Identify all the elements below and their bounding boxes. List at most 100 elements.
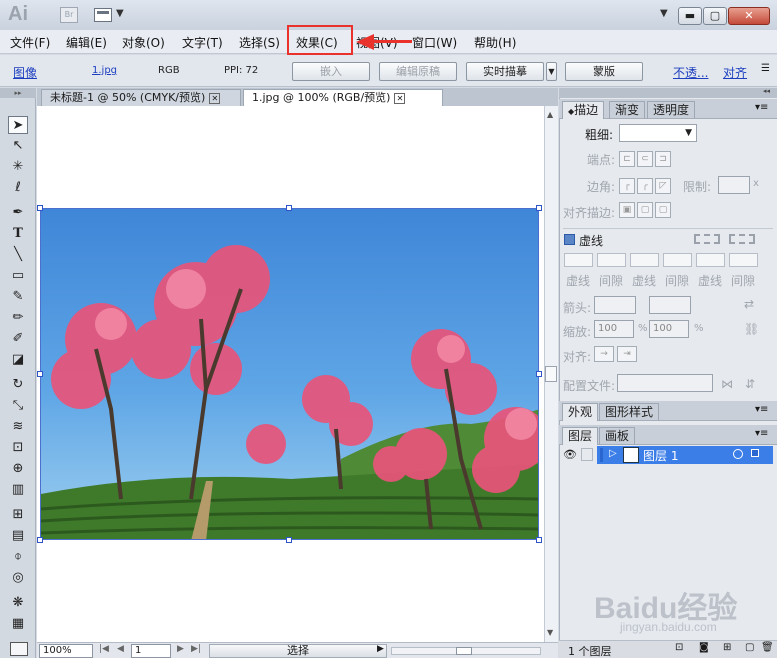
symbol-sprayer-tool-icon[interactable]: ❋ (8, 594, 28, 612)
dash-field-3[interactable] (696, 253, 725, 267)
free-transform-tool-icon[interactable]: ⊡ (8, 439, 28, 457)
limit-field[interactable] (718, 176, 750, 194)
flip-along-icon[interactable]: ⋈ (721, 377, 733, 391)
shape-builder-tool-icon[interactable]: ⊕ (8, 460, 28, 478)
menu-type[interactable]: 文字(T) (182, 34, 223, 51)
selection-handle[interactable] (286, 537, 292, 543)
expand-layer-icon[interactable]: ▷ (609, 448, 617, 459)
status-tool-display[interactable]: 选择 (209, 644, 387, 658)
flip-across-icon[interactable]: ⇵ (745, 377, 755, 391)
image-type-link[interactable]: 图像 (13, 64, 37, 81)
horizontal-scroll-thumb[interactable] (456, 647, 472, 655)
layer-target-icon[interactable] (733, 449, 743, 459)
toolbox-collapse-icon[interactable]: ▸▸ (0, 88, 36, 98)
start-scale-field[interactable]: 100 (594, 320, 634, 338)
panel-menu-icon[interactable]: ▾≡ (755, 102, 768, 113)
panel-menu-icon[interactable]: ▾≡ (755, 428, 768, 439)
arrow-place-icon[interactable]: ⇥ (617, 346, 637, 362)
tab-appearance[interactable]: 外观 (562, 403, 599, 421)
clipping-mask-icon[interactable]: ◙ (699, 642, 709, 653)
direct-selection-tool-icon[interactable]: ↖ (8, 137, 28, 155)
menu-window[interactable]: 窗口(W) (412, 34, 457, 51)
stroke-weight-select[interactable]: ▼ (619, 124, 697, 142)
magic-wand-tool-icon[interactable]: ✳ (8, 158, 28, 176)
selection-handle[interactable] (536, 205, 542, 211)
maximize-button[interactable]: ▢ (703, 7, 727, 25)
gap-field-2[interactable] (663, 253, 692, 267)
tab-gradient[interactable]: 渐变 (609, 101, 646, 119)
warp-tool-icon[interactable]: ≋ (8, 418, 28, 436)
layer-name[interactable]: 图层 1 (643, 447, 678, 464)
lasso-tool-icon[interactable]: ℓ (8, 179, 28, 197)
tab-graphic-styles[interactable]: 图形样式 (599, 403, 660, 421)
arrange-documents-icon[interactable] (94, 8, 112, 22)
menu-file[interactable]: 文件(F) (10, 34, 50, 51)
prev-page-icon[interactable]: ◀ (117, 644, 124, 654)
dash-field-1[interactable] (564, 253, 593, 267)
menu-edit[interactable]: 编辑(E) (66, 34, 107, 51)
page-select[interactable]: 1 (131, 644, 171, 658)
rotate-tool-icon[interactable]: ↻ (8, 376, 28, 394)
selection-handle[interactable] (286, 205, 292, 211)
placed-photo[interactable] (40, 208, 539, 540)
layer-selection-indicator[interactable] (751, 449, 759, 457)
gap-field-1[interactable] (597, 253, 626, 267)
selection-handle[interactable] (37, 205, 43, 211)
selection-handle[interactable] (37, 371, 43, 377)
control-menu-icon[interactable]: ☰ (761, 63, 770, 74)
swap-arrows-icon[interactable]: ⇄ (744, 297, 754, 311)
close-tab-icon[interactable]: ✕ (394, 92, 406, 104)
trash-icon[interactable]: 🗑 (761, 642, 774, 653)
tab-untitled-1[interactable]: 未标题-1 @ 50% (CMYK/预览) ✕ (41, 89, 241, 106)
eraser-tool-icon[interactable]: ◪ (8, 351, 28, 369)
paintbrush-tool-icon[interactable]: ✎ (8, 288, 28, 306)
lock-toggle[interactable] (581, 448, 593, 461)
round-join-icon[interactable]: ╭ (637, 178, 653, 194)
mask-button[interactable]: 蒙版 (565, 62, 643, 81)
square-cap-icon[interactable]: ⊐ (655, 151, 671, 167)
new-layer-icon[interactable]: ▢ (745, 642, 754, 653)
last-page-icon[interactable]: ▶| (191, 644, 201, 654)
graph-tool-icon[interactable]: ▥ (8, 481, 28, 499)
new-sublayer-icon[interactable]: ⊞ (723, 642, 731, 653)
tab-layers[interactable]: 图层 (562, 427, 599, 445)
link-scale-icon[interactable]: ⛓ (744, 322, 759, 336)
profile-select[interactable] (617, 374, 713, 392)
vertical-scroll-thumb[interactable] (545, 366, 557, 382)
tab-1-jpg[interactable]: 1.jpg @ 100% (RGB/预览) ✕ (243, 89, 443, 106)
selection-handle[interactable] (37, 537, 43, 543)
close-button[interactable]: ✕ (728, 7, 770, 25)
selection-tool-icon[interactable]: ➤ (8, 116, 28, 134)
start-arrow-select[interactable] (594, 296, 636, 314)
selection-handle[interactable] (536, 371, 542, 377)
scale-tool-icon[interactable]: ⤡ (8, 397, 28, 415)
first-page-icon[interactable]: |◀ (99, 644, 109, 654)
blend-tool-icon[interactable]: ◎ (8, 569, 28, 587)
butt-cap-icon[interactable]: ⊏ (619, 151, 635, 167)
close-tab-icon[interactable]: ✕ (209, 92, 221, 104)
miter-join-icon[interactable]: ┌ (619, 178, 635, 194)
screen-mode-icon[interactable] (10, 642, 28, 656)
pen-tool-icon[interactable]: ✒ (8, 204, 28, 222)
next-page-icon[interactable]: ▶ (177, 644, 184, 654)
dash-preset-1-icon[interactable] (694, 234, 720, 244)
zoom-select[interactable]: 100% (39, 644, 93, 658)
locate-object-icon[interactable]: ⊡ (675, 642, 683, 653)
menu-select[interactable]: 选择(S) (239, 34, 280, 51)
bevel-join-icon[interactable]: ◸ (655, 178, 671, 194)
menu-help[interactable]: 帮助(H) (474, 34, 516, 51)
type-tool-icon[interactable]: T (8, 225, 28, 243)
eye-icon[interactable]: 👁 (563, 448, 577, 461)
arrow-extend-icon[interactable]: → (594, 346, 614, 362)
column-graph-tool-icon[interactable]: ▦ (8, 615, 28, 633)
align-link[interactable]: 对齐 (723, 64, 747, 81)
menu-object[interactable]: 对象(O) (122, 34, 165, 51)
align-outside-icon[interactable]: ▢ (655, 202, 671, 218)
selection-handle[interactable] (536, 537, 542, 543)
live-trace-options-chevron-icon[interactable]: ▼ (546, 62, 557, 81)
line-tool-icon[interactable]: ╲ (8, 246, 28, 264)
eyedropper-tool-icon[interactable]: ⌽ (8, 548, 28, 566)
status-menu-arrow-icon[interactable]: ▶ (377, 644, 384, 654)
minimize-button[interactable]: ▬ (678, 7, 702, 25)
mesh-tool-icon[interactable]: ⊞ (8, 506, 28, 524)
